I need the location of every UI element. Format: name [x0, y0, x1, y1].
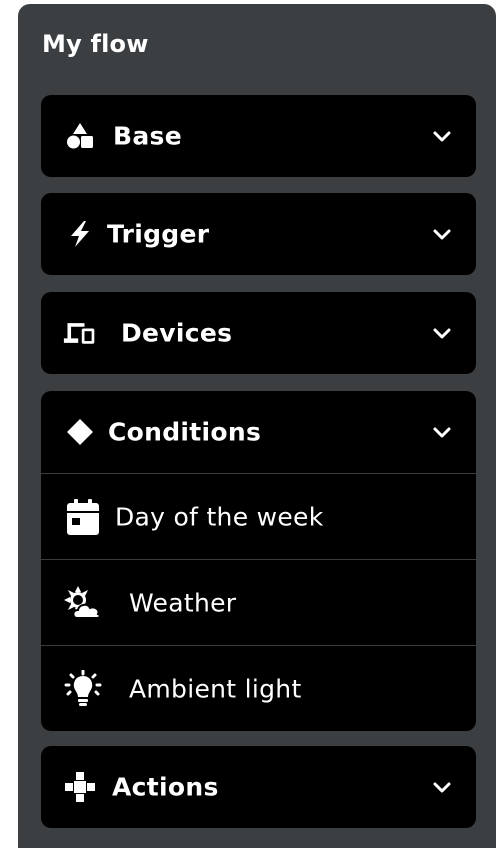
chevron-down-icon[interactable]	[428, 418, 456, 446]
section-label-actions: Actions	[112, 772, 219, 802]
condition-item-label: Weather	[129, 588, 237, 617]
section-header-base[interactable]: Base	[41, 95, 476, 177]
panel-title: My flow	[42, 30, 149, 58]
section-base: Base	[41, 95, 476, 177]
condition-item-weather[interactable]: Weather	[41, 559, 476, 645]
section-header-trigger[interactable]: Trigger	[41, 193, 476, 275]
flow-panel: My flow Base Trigger Devices Conditions …	[18, 4, 496, 848]
chevron-down-icon[interactable]	[428, 220, 456, 248]
chevron-down-icon[interactable]	[428, 122, 456, 150]
section-label-base: Base	[113, 121, 182, 151]
section-label-devices: Devices	[121, 318, 233, 348]
section-label-conditions: Conditions	[108, 417, 262, 447]
chevron-down-icon[interactable]	[428, 773, 456, 801]
lightning-bolt-icon	[63, 217, 97, 251]
section-trigger: Trigger	[41, 193, 476, 275]
section-label-trigger: Trigger	[107, 219, 210, 249]
diamond-icon	[63, 415, 97, 449]
devices-icon	[63, 316, 97, 350]
section-devices: Devices	[41, 292, 476, 374]
chevron-down-icon[interactable]	[428, 319, 456, 347]
condition-item-label: Ambient light	[129, 674, 302, 703]
condition-item-ambient-light[interactable]: Ambient light	[41, 645, 476, 731]
condition-item-day-of-the-week[interactable]: Day of the week	[41, 473, 476, 559]
calendar-icon	[63, 497, 103, 537]
shapes-icon	[63, 119, 97, 153]
section-actions: Actions	[41, 746, 476, 828]
section-header-conditions[interactable]: Conditions	[41, 391, 476, 473]
section-header-actions[interactable]: Actions	[41, 746, 476, 828]
light-bulb-icon	[63, 669, 103, 709]
puzzle-icon	[63, 770, 97, 804]
section-header-devices[interactable]: Devices	[41, 292, 476, 374]
sun-cloud-icon	[63, 583, 103, 623]
section-conditions: Conditions Day of the week Weather Ambie…	[41, 391, 476, 731]
condition-item-label: Day of the week	[115, 502, 324, 531]
